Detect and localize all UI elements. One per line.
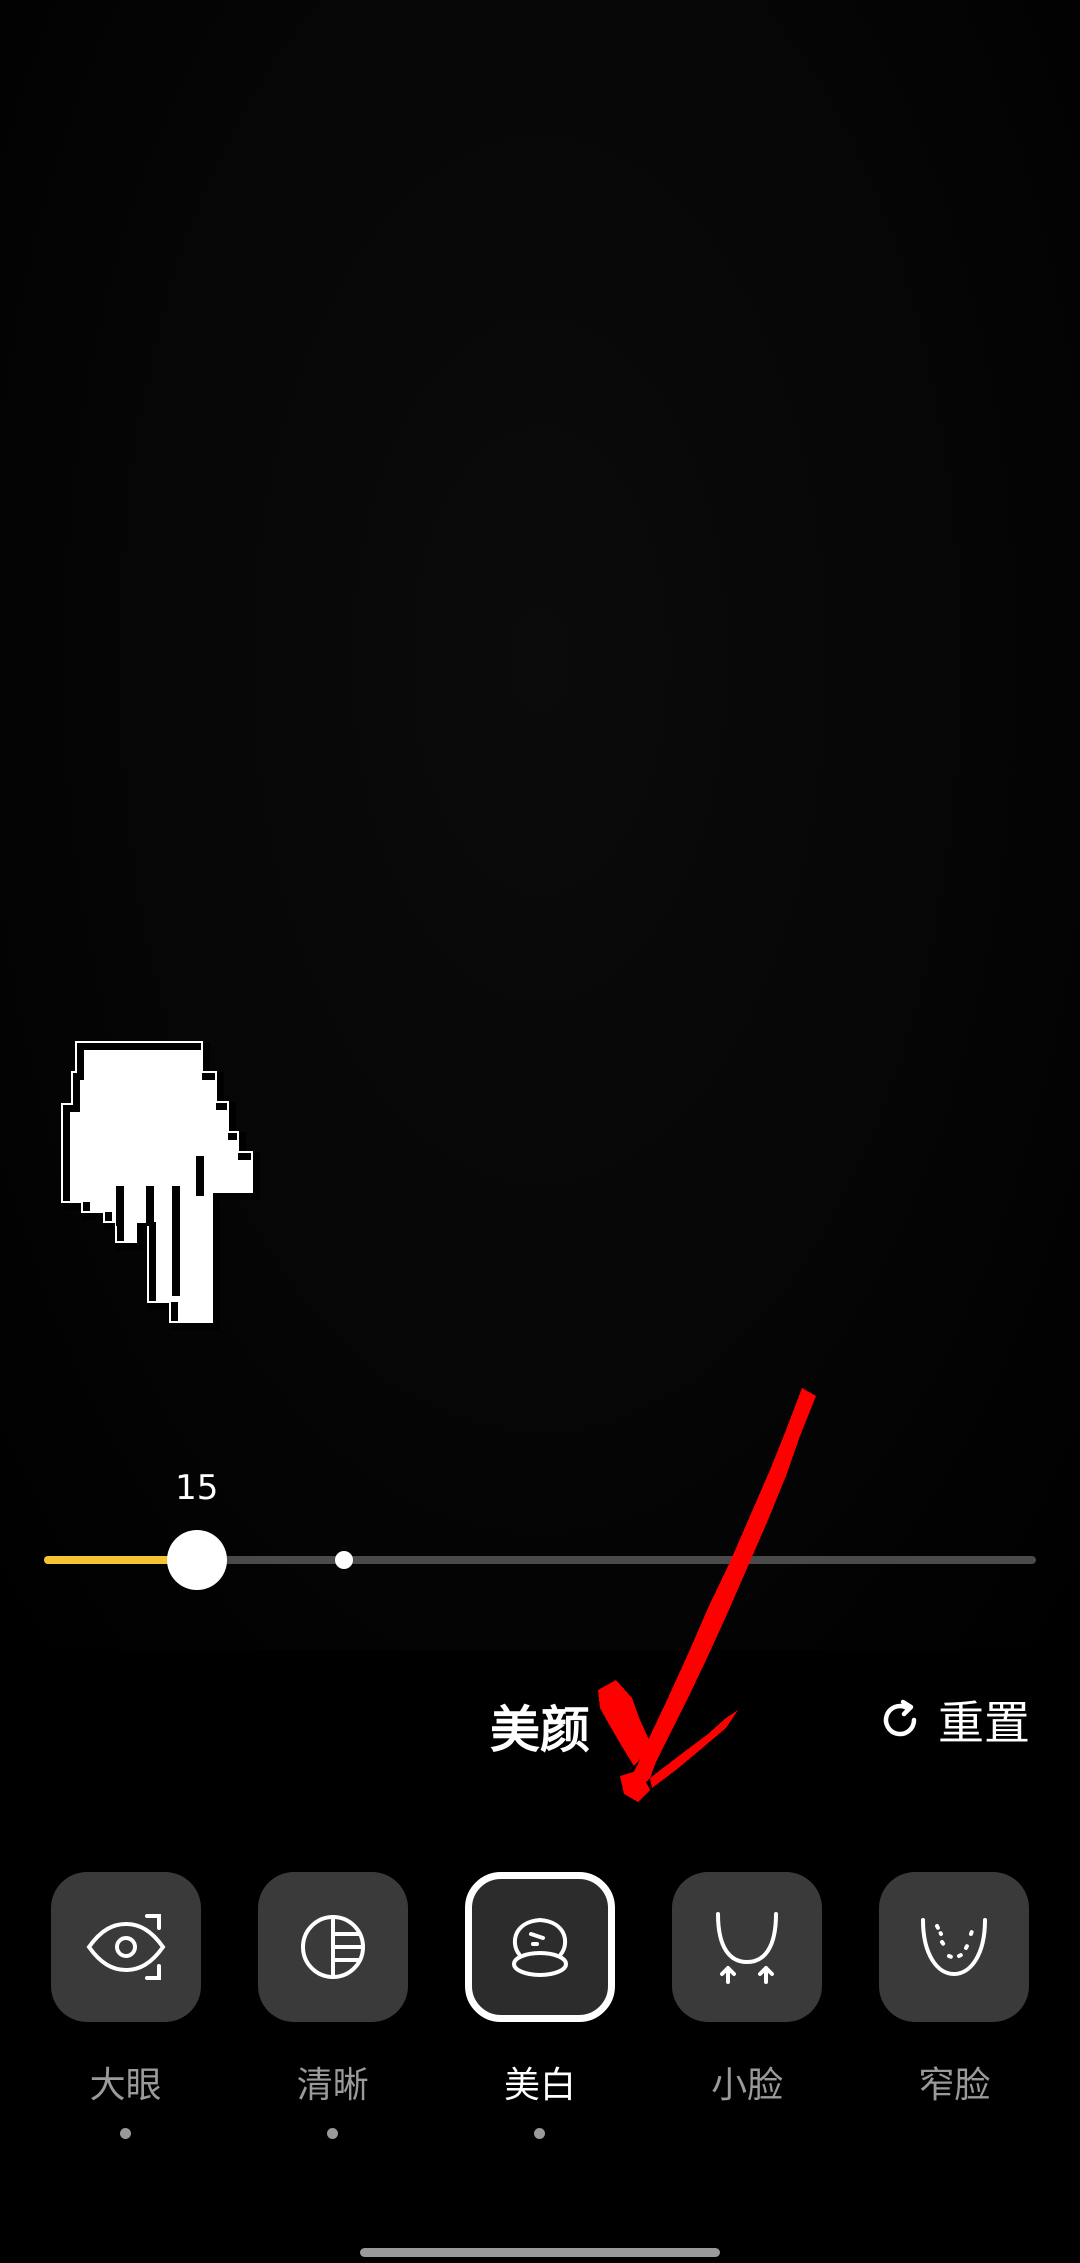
slider-default-marker bbox=[334, 1551, 353, 1569]
tool-big-eye-indicator-dot bbox=[120, 2128, 132, 2139]
half-circle-lines-icon bbox=[300, 1915, 365, 1979]
tool-whiten[interactable]: 美白 bbox=[460, 1872, 620, 2139]
slim-face-arrows-icon bbox=[716, 1912, 779, 1984]
tool-big-eye-button[interactable] bbox=[50, 1872, 201, 2022]
tool-small-face[interactable]: 小脸 bbox=[667, 1872, 827, 2139]
reset-button[interactable]: 重置 bbox=[876, 1690, 1030, 1750]
home-indicator[interactable] bbox=[360, 2248, 720, 2257]
tool-whiten-indicator-dot bbox=[534, 2128, 546, 2139]
tool-clarity[interactable]: 清晰 bbox=[253, 1872, 413, 2139]
tool-big-eye-label: 大眼 bbox=[89, 2065, 162, 2106]
whiten-face-icon bbox=[511, 1917, 568, 1977]
tool-whiten-label: 美白 bbox=[503, 2065, 576, 2106]
tool-clarity-indicator-dot bbox=[327, 2128, 339, 2139]
beauty-editor-screen: 15 美颜 重置 大眼 清晰 美白 小脸 窄脸 bbox=[0, 0, 1080, 2263]
tool-small-face-label: 小脸 bbox=[711, 2065, 784, 2106]
eye-scan-icon bbox=[86, 1914, 166, 1980]
tool-small-face-button[interactable] bbox=[672, 1872, 823, 2022]
beauty-panel: 美颜 重置 大眼 清晰 美白 小脸 窄脸 bbox=[0, 1650, 1080, 2263]
refresh-icon bbox=[883, 1699, 917, 1737]
red-arrow-annotation-icon bbox=[598, 1388, 816, 1802]
slider-thumb[interactable] bbox=[166, 1530, 227, 1590]
tool-narrow-face[interactable]: 窄脸 bbox=[874, 1872, 1034, 2139]
intensity-slider[interactable]: 15 bbox=[44, 1468, 1036, 1590]
tool-whiten-button[interactable] bbox=[464, 1872, 615, 2022]
tool-clarity-button[interactable] bbox=[257, 1872, 408, 2022]
narrow-face-icon bbox=[921, 1918, 988, 1977]
camera-preview[interactable] bbox=[0, 0, 1080, 1650]
slider-value-label: 15 bbox=[175, 1468, 219, 1508]
tool-narrow-face-label: 窄脸 bbox=[918, 2065, 991, 2106]
beauty-tools-row: 大眼 清晰 美白 小脸 窄脸 bbox=[0, 1872, 1080, 2139]
reset-label: 重置 bbox=[938, 1696, 1030, 1750]
tool-clarity-label: 清晰 bbox=[296, 2065, 369, 2106]
hand-pointer-icon bbox=[61, 1041, 260, 1330]
tool-narrow-face-button[interactable] bbox=[879, 1872, 1030, 2022]
tool-big-eye[interactable]: 大眼 bbox=[46, 1872, 206, 2139]
